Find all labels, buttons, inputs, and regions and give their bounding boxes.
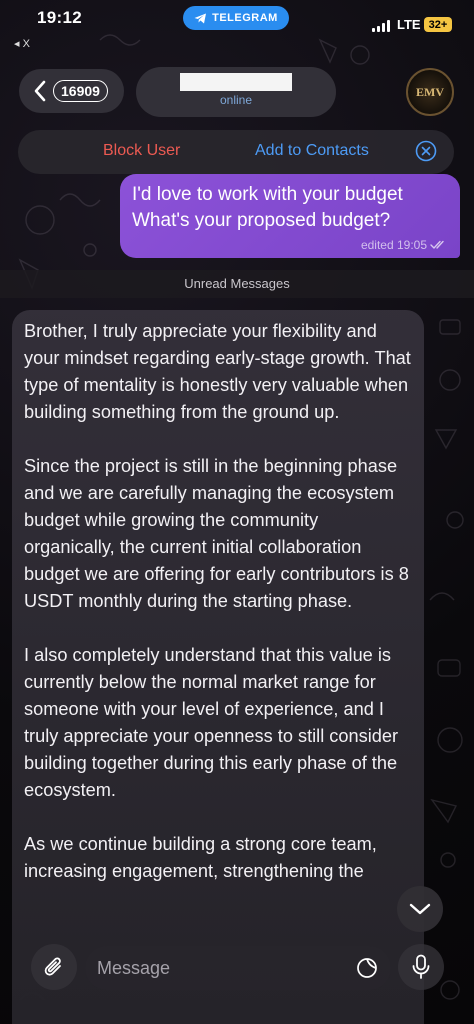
scroll-to-bottom-button[interactable]	[397, 886, 443, 932]
close-icon[interactable]	[415, 140, 437, 162]
telegram-chat-screen: 19:12 ◂ X TELEGRAM LTE 32+ 16909 .EMV PO…	[0, 0, 474, 1024]
status-bar: 19:12 ◂ X TELEGRAM LTE 32+	[0, 0, 474, 50]
message-paragraph: Since the project is still in the beginn…	[24, 456, 409, 611]
chat-title-area[interactable]: .EMV PORTAL online	[136, 67, 336, 117]
status-time: 19:12	[37, 8, 82, 27]
sticker-icon[interactable]	[356, 957, 378, 979]
unread-messages-divider: Unread Messages	[0, 270, 474, 298]
unread-count-badge: 16909	[53, 80, 108, 102]
outgoing-message-text: I'd love to work with your budget What's…	[132, 184, 403, 231]
telegram-pill-label: TELEGRAM	[212, 12, 278, 24]
message-paragraph: As we continue building a strong core te…	[24, 834, 377, 881]
avatar[interactable]: EMV	[406, 68, 454, 116]
paperclip-icon	[44, 957, 61, 976]
chevron-down-icon	[409, 903, 431, 915]
contact-action-bar: Block User Add to Contacts	[18, 130, 454, 174]
network-type: LTE	[397, 17, 421, 32]
back-button[interactable]: 16909	[19, 69, 124, 113]
voice-message-button[interactable]	[398, 944, 444, 990]
outgoing-message-bubble[interactable]: I'd love to work with your budget What's…	[120, 174, 460, 258]
message-input[interactable]	[85, 946, 391, 990]
block-user-button[interactable]: Block User	[103, 142, 180, 160]
microphone-icon	[412, 954, 430, 979]
add-to-contacts-button[interactable]: Add to Contacts	[255, 142, 369, 160]
telegram-icon	[194, 13, 207, 23]
back-to-app-link[interactable]: ◂ X	[14, 37, 30, 50]
message-paragraph: Brother, I truly appreciate your flexibi…	[24, 321, 411, 422]
telegram-app-pill[interactable]: TELEGRAM	[183, 6, 289, 30]
double-check-icon	[430, 240, 444, 249]
message-paragraph: I also completely understand that this v…	[24, 645, 399, 800]
redaction-box	[180, 73, 292, 91]
chat-status: online	[219, 93, 253, 107]
avatar-text: EMV	[416, 84, 444, 99]
cellular-signal-icon	[372, 20, 390, 32]
message-meta: edited 19:05	[361, 238, 448, 252]
attach-button[interactable]	[31, 944, 77, 990]
battery-indicator: 32+	[424, 17, 452, 32]
message-timestamp: edited 19:05	[360, 238, 427, 252]
incoming-message-bubble[interactable]: Brother, I truly appreciate your flexibi…	[12, 310, 424, 1024]
chevron-left-icon	[34, 80, 46, 102]
